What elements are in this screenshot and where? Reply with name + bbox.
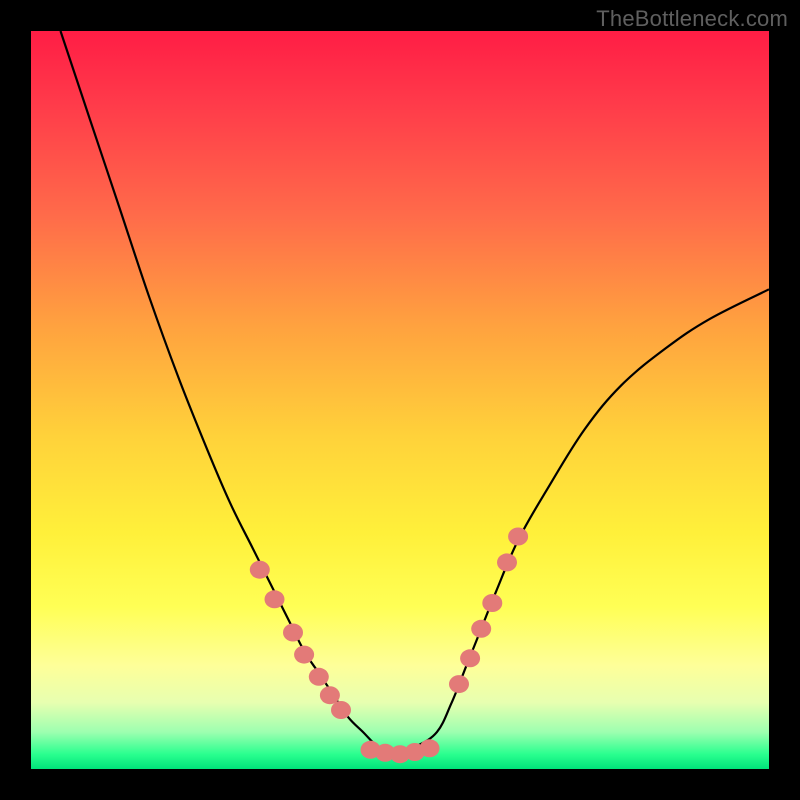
data-marker: [449, 675, 469, 693]
outer-frame: TheBottleneck.com: [0, 0, 800, 800]
data-marker: [497, 553, 517, 571]
curve-svg: [31, 31, 769, 769]
marker-group: [250, 528, 528, 764]
data-marker: [309, 668, 329, 686]
data-marker: [508, 528, 528, 546]
data-marker: [482, 594, 502, 612]
plot-area: [31, 31, 769, 769]
data-marker: [283, 624, 303, 642]
data-marker: [420, 739, 440, 757]
watermark-text: TheBottleneck.com: [596, 6, 788, 32]
data-marker: [294, 646, 314, 664]
data-marker: [250, 561, 270, 579]
data-marker: [331, 701, 351, 719]
data-marker: [320, 686, 340, 704]
data-marker: [265, 590, 285, 608]
data-marker: [471, 620, 491, 638]
curve-left-branch: [61, 31, 393, 754]
data-marker: [460, 649, 480, 667]
